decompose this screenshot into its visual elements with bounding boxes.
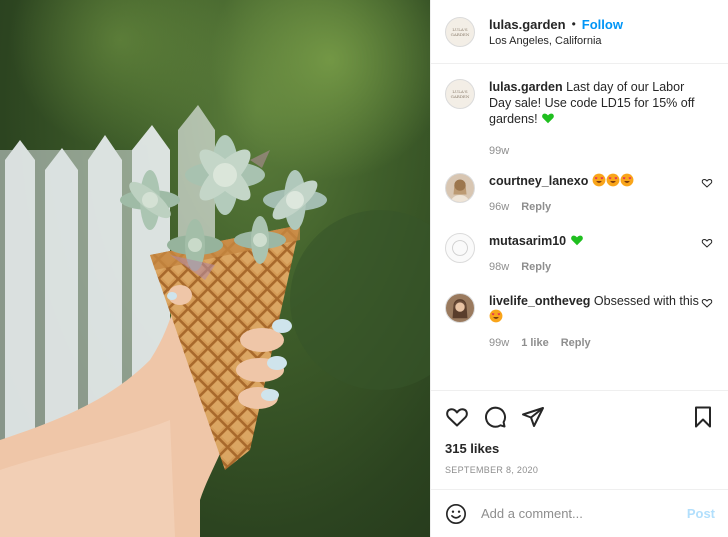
comment-row: mutasarim10 98w Reply xyxy=(445,233,715,275)
action-icons xyxy=(445,403,715,431)
emoji-smile-icon[interactable] xyxy=(445,503,467,525)
follow-button[interactable]: Follow xyxy=(582,17,623,32)
post-date[interactable]: SEPTEMBER 8, 2020 xyxy=(445,465,715,475)
caption-body: lulas.garden Last day of our Labor Day s… xyxy=(489,79,699,159)
add-comment-bar: Post xyxy=(431,489,728,537)
post-header-text: lulas.garden • Follow Los Angeles, Calif… xyxy=(489,17,623,47)
post-username[interactable]: lulas.garden xyxy=(489,17,566,32)
post-location[interactable]: Los Angeles, California xyxy=(489,35,623,47)
caption-username[interactable]: lulas.garden xyxy=(489,80,563,94)
post-header: LULA'S GARDEN lulas.garden • Follow Los … xyxy=(431,0,728,64)
caption-time[interactable]: 99w xyxy=(489,143,509,159)
comment-meta: 96w Reply xyxy=(489,199,699,215)
comment-body: mutasarim10 98w Reply xyxy=(489,233,699,275)
reply-button[interactable]: Reply xyxy=(561,335,591,351)
likes-count[interactable]: 315 likes xyxy=(445,441,715,456)
user-logo-icon xyxy=(452,240,468,256)
caption: LULA'S GARDEN lulas.garden Last day of o… xyxy=(445,79,715,159)
green-heart-icon xyxy=(570,235,583,246)
comments-list: LULA'S GARDEN lulas.garden Last day of o… xyxy=(431,65,728,390)
comment-time[interactable]: 96w xyxy=(489,199,509,215)
comment-meta: 99w 1 like Reply xyxy=(489,335,699,351)
post-comment-button[interactable]: Post xyxy=(687,506,715,521)
avatar[interactable] xyxy=(445,293,475,323)
comment-text: Obsessed with this xyxy=(590,294,699,308)
comment-body: courtney_lanexo 96w Reply xyxy=(489,173,699,215)
comment-meta: 98w Reply xyxy=(489,259,699,275)
comment-likes[interactable]: 1 like xyxy=(521,335,549,351)
avatar-logo: LULA'S GARDEN xyxy=(450,26,470,37)
comment-emojis xyxy=(592,173,634,188)
comment-username[interactable]: courtney_lanexo xyxy=(489,174,588,188)
share-icon[interactable] xyxy=(521,405,545,429)
like-comment-heart-icon[interactable] xyxy=(701,177,713,189)
bookmark-icon[interactable] xyxy=(691,405,715,429)
avatar-logo: LULA'S GARDEN xyxy=(450,89,470,99)
post-dialog: LULA'S GARDEN lulas.garden • Follow Los … xyxy=(0,0,728,537)
reply-button[interactable]: Reply xyxy=(521,199,551,215)
user-photo-icon xyxy=(452,299,468,319)
caption-meta: 99w xyxy=(489,143,699,159)
comment-row: livelife_ontheveg Obsessed with this 99w… xyxy=(445,293,715,351)
avatar[interactable]: LULA'S GARDEN xyxy=(445,16,475,47)
comment-body: livelife_ontheveg Obsessed with this 99w… xyxy=(489,293,699,351)
comment-username[interactable]: livelife_ontheveg xyxy=(489,294,590,308)
heart-eyes-icon xyxy=(606,173,620,187)
comment-input[interactable] xyxy=(481,506,671,521)
reply-button[interactable]: Reply xyxy=(521,259,551,275)
post-photo[interactable] xyxy=(0,0,430,537)
avatar[interactable]: LULA'S GARDEN xyxy=(445,79,475,109)
like-comment-heart-icon[interactable] xyxy=(701,297,713,309)
comment-row: courtney_lanexo 96w Reply xyxy=(445,173,715,215)
heart-icon[interactable] xyxy=(445,405,469,429)
comment-icon[interactable] xyxy=(483,405,507,429)
avatar[interactable] xyxy=(445,233,475,263)
separator-dot: • xyxy=(571,17,576,31)
heart-eyes-icon xyxy=(489,309,503,323)
comment-time[interactable]: 99w xyxy=(489,335,509,351)
like-comment-heart-icon[interactable] xyxy=(701,237,713,249)
user-photo-icon xyxy=(450,179,470,202)
heart-eyes-icon xyxy=(620,173,634,187)
comment-time[interactable]: 98w xyxy=(489,259,509,275)
avatar[interactable] xyxy=(445,173,475,203)
post-side-panel: LULA'S GARDEN lulas.garden • Follow Los … xyxy=(430,0,728,537)
post-actions: 315 likes SEPTEMBER 8, 2020 xyxy=(431,390,728,475)
heart-eyes-icon xyxy=(592,173,606,187)
succulent-cone-image xyxy=(0,0,430,537)
comment-username[interactable]: mutasarim10 xyxy=(489,234,566,248)
post-header-top: lulas.garden • Follow xyxy=(489,17,623,32)
green-heart-icon xyxy=(542,113,554,124)
